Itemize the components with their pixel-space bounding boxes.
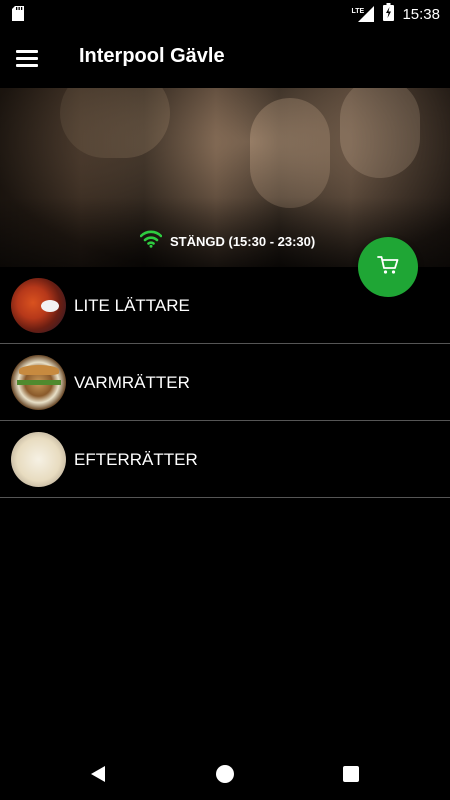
category-image — [11, 432, 66, 487]
app-bar: Interpool Gävle — [0, 28, 450, 88]
category-list: LITE LÄTTARE VARMRÄTTER EFTERRÄTTER — [0, 267, 450, 498]
lte-signal-icon: LTE — [351, 4, 375, 24]
sd-card-icon — [12, 6, 24, 26]
app-title: Interpool Gävle — [79, 45, 225, 67]
category-image — [11, 278, 66, 333]
status-time: 15:38 — [402, 5, 440, 23]
category-label: EFTERRÄTTER — [74, 450, 198, 469]
category-label: LITE LÄTTARE — [74, 296, 190, 315]
category-item-efterratter[interactable]: EFTERRÄTTER — [0, 421, 450, 498]
category-label: VARMRÄTTER — [74, 373, 190, 392]
battery-charging-icon — [383, 2, 395, 26]
category-image — [11, 355, 66, 410]
home-icon[interactable] — [216, 765, 234, 783]
recent-apps-icon[interactable] — [343, 766, 359, 782]
category-item-varmratter[interactable]: VARMRÄTTER — [0, 344, 450, 421]
opening-hours-text: STÄNGD (15:30 - 23:30) — [170, 234, 316, 249]
back-icon[interactable] — [90, 765, 106, 788]
status-bar: LTE 15:38 — [0, 0, 450, 28]
wifi-icon — [139, 230, 163, 253]
opening-status: STÄNGD (15:30 - 23:30) — [139, 230, 316, 253]
navigation-bar — [0, 748, 450, 800]
category-item-lite-lattare[interactable]: LITE LÄTTARE — [0, 267, 450, 344]
hamburger-menu-icon[interactable] — [16, 44, 46, 72]
